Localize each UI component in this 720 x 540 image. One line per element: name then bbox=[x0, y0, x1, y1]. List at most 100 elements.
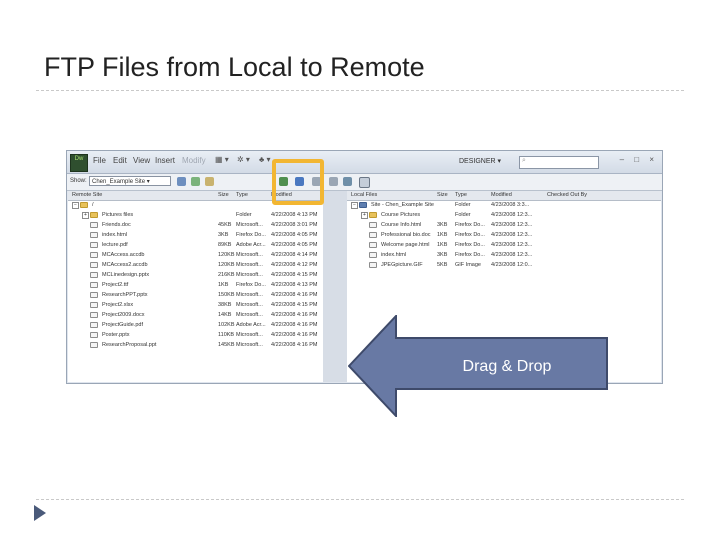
local-file-modified: 4/23/2008 12:3... bbox=[491, 242, 533, 248]
remote-file-modified: 4/22/2008 4:16 PM bbox=[271, 342, 318, 348]
remote-file-name: Project2.ttf bbox=[102, 282, 129, 288]
file-icon bbox=[90, 282, 98, 288]
slide-title: FTP Files from Local to Remote bbox=[44, 52, 425, 82]
file-icon bbox=[90, 222, 98, 228]
remote-file-type: Microsoft... bbox=[236, 342, 263, 348]
app-logo: Dw bbox=[70, 154, 88, 172]
local-file-type: Firefox Do... bbox=[455, 222, 485, 228]
local-file-row[interactable]: JPEGpicture.GIF 5KB GIF Image 4/23/2008 12:… bbox=[347, 261, 661, 270]
local-file-row[interactable]: Professional bio.doc 1KB Firefox Do... 4/23… bbox=[347, 231, 661, 240]
local-file-row[interactable]: Course Info.html 3KB Firefox Do... 4/23/200… bbox=[347, 221, 661, 230]
remote-file-size: 102KB bbox=[218, 322, 235, 328]
remote-file-modified: 4/22/2008 4:15 PM bbox=[271, 302, 318, 308]
remote-file-size: 120KB bbox=[218, 252, 235, 258]
remote-file-size: 14KB bbox=[218, 312, 232, 318]
remote-file-row[interactable]: index.html 3KB Firefox Do... 4/22/2008 4:05… bbox=[68, 231, 323, 240]
menu-bar: Dw File Edit View Insert Modify ▦ ▾ ✲ ▾ … bbox=[67, 151, 662, 174]
local-file-size: 5KB bbox=[437, 262, 448, 268]
expand-icon[interactable] bbox=[359, 177, 370, 188]
local-checked-out-header[interactable]: Checked Out By bbox=[547, 192, 587, 198]
put-button-highlight bbox=[272, 159, 324, 205]
remote-type-header[interactable]: Type bbox=[236, 192, 248, 198]
remote-file-size: 1KB bbox=[218, 282, 229, 288]
local-file-size: 3KB bbox=[437, 252, 448, 258]
remote-file-type: Microsoft... bbox=[236, 272, 263, 278]
top-divider bbox=[36, 90, 684, 91]
file-icon bbox=[90, 342, 98, 348]
remote-file-row[interactable]: Project2.ttf 1KB Firefox Do... 4/22/2008 4:… bbox=[68, 281, 323, 290]
menu-file[interactable]: File bbox=[93, 156, 106, 165]
menu-edit[interactable]: Edit bbox=[113, 156, 127, 165]
local-file-row[interactable]: − Site - Chen_Example Site Folder 4/23/2008… bbox=[347, 201, 661, 210]
site-select[interactable]: Chen_Example Site ▾ bbox=[89, 176, 171, 186]
expand-toggle[interactable]: + bbox=[361, 212, 368, 219]
remote-file-modified: 4/22/2008 4:05 PM bbox=[271, 242, 318, 248]
local-modified-header[interactable]: Modified bbox=[491, 192, 512, 198]
folder-icon bbox=[90, 212, 98, 218]
remote-file-modified: 4/22/2008 4:16 PM bbox=[271, 312, 318, 318]
local-file-type: Firefox Do... bbox=[455, 252, 485, 258]
local-type-header[interactable]: Type bbox=[455, 192, 467, 198]
remote-file-row[interactable]: ProjectGuide.pdf 102KB Adobe Acr... 4/22/20… bbox=[68, 321, 323, 330]
layout-icon[interactable]: ▦ ▾ bbox=[215, 155, 229, 167]
workspace-switcher[interactable]: DESIGNER ▾ bbox=[459, 157, 501, 165]
drag-drop-label: Drag & Drop bbox=[462, 358, 552, 375]
collapse-toggle[interactable]: − bbox=[72, 202, 79, 209]
check-in-icon[interactable] bbox=[329, 177, 338, 186]
remote-file-modified: 4/22/2008 4:16 PM bbox=[271, 322, 318, 328]
remote-file-row[interactable]: MCAccess.accdb 120KB Microsoft... 4/22/2008… bbox=[68, 251, 323, 260]
remote-file-type: Adobe Acr... bbox=[236, 322, 266, 328]
search-input[interactable]: ⌕ bbox=[519, 156, 599, 169]
local-file-size: 1KB bbox=[437, 232, 448, 238]
remote-file-row[interactable]: MCLinedesign.pptx 216KB Microsoft... 4/22/2… bbox=[68, 271, 323, 280]
remote-file-modified: 4/22/2008 4:13 PM bbox=[271, 282, 318, 288]
remote-file-row[interactable]: + Pictures files Folder 4/22/2008 4:13 PM bbox=[68, 211, 323, 220]
synchronize-icon[interactable] bbox=[343, 177, 352, 186]
remote-file-type: Microsoft... bbox=[236, 222, 263, 228]
menu-view[interactable]: View bbox=[133, 156, 150, 165]
menu-modify[interactable]: Modify bbox=[182, 156, 206, 165]
gear-icon[interactable]: ✲ ▾ bbox=[237, 155, 250, 167]
remote-file-modified: 4/22/2008 4:13 PM bbox=[271, 212, 318, 218]
remote-file-row[interactable]: Poster.pptx 110KB Microsoft... 4/22/2008 4:… bbox=[68, 331, 323, 340]
local-file-name: Site - Chen_Example Site bbox=[371, 202, 434, 208]
folder-icon bbox=[369, 212, 377, 218]
local-file-row[interactable]: + Course Pictures Folder 4/23/2008 12:3... bbox=[347, 211, 661, 220]
local-file-row[interactable]: index.html 3KB Firefox Do... 4/23/2008 12:3… bbox=[347, 251, 661, 260]
file-icon bbox=[369, 262, 377, 268]
remote-file-type: Firefox Do... bbox=[236, 232, 266, 238]
window-controls[interactable]: – □ × bbox=[620, 155, 658, 164]
remote-file-row[interactable]: Project2009.docx 14KB Microsoft... 4/22/200… bbox=[68, 311, 323, 320]
view-file-activity-icon[interactable] bbox=[205, 177, 214, 186]
remote-name-header[interactable]: Remote Site bbox=[72, 192, 102, 198]
remote-file-row[interactable]: ResearchProposal.ppt 145KB Microsoft... 4/2… bbox=[68, 341, 323, 350]
remote-file-name: ResearchProposal.ppt bbox=[102, 342, 157, 348]
local-file-modified: 4/23/2008 12:0... bbox=[491, 262, 533, 268]
remote-file-row[interactable]: ResearchPPT.pptx 150KB Microsoft... 4/22/20… bbox=[68, 291, 323, 300]
local-file-modified: 4/23/2008 3:3... bbox=[491, 202, 530, 208]
expand-toggle[interactable]: + bbox=[82, 212, 89, 219]
local-size-header[interactable]: Size bbox=[437, 192, 448, 198]
remote-file-row[interactable]: Project2.xlsx 38KB Microsoft... 4/22/2008 4… bbox=[68, 301, 323, 310]
remote-file-name: lecture.pdf bbox=[102, 242, 128, 248]
extend-icon[interactable]: ♣ ▾ bbox=[259, 155, 271, 167]
panel-divider bbox=[323, 191, 347, 382]
remote-file-modified: 4/22/2008 3:01 PM bbox=[271, 222, 318, 228]
remote-file-row[interactable]: lecture.pdf 89KB Adobe Acr... 4/22/2008 4:0… bbox=[68, 241, 323, 250]
remote-file-row[interactable]: Friends.doc 45KB Microsoft... 4/22/2008 3:0… bbox=[68, 221, 323, 230]
remote-file-row[interactable]: MCAccess2.accdb 120KB Microsoft... 4/22/200… bbox=[68, 261, 323, 270]
remote-size-header[interactable]: Size bbox=[218, 192, 229, 198]
expand-toggle[interactable]: − bbox=[351, 202, 358, 209]
local-file-row[interactable]: Welcome page.html 1KB Firefox Do... 4/23/20… bbox=[347, 241, 661, 250]
remote-file-modified: 4/22/2008 4:16 PM bbox=[271, 292, 318, 298]
file-icon bbox=[90, 332, 98, 338]
local-name-header[interactable]: Local Files bbox=[351, 192, 377, 198]
menu-insert[interactable]: Insert bbox=[155, 156, 175, 165]
remote-file-type: Microsoft... bbox=[236, 302, 263, 308]
remote-file-modified: 4/22/2008 4:15 PM bbox=[271, 272, 318, 278]
file-icon bbox=[90, 272, 98, 278]
refresh-icon[interactable] bbox=[191, 177, 200, 186]
connect-icon[interactable] bbox=[177, 177, 186, 186]
file-icon bbox=[90, 292, 98, 298]
remote-file-name: Project2009.docx bbox=[102, 312, 145, 318]
